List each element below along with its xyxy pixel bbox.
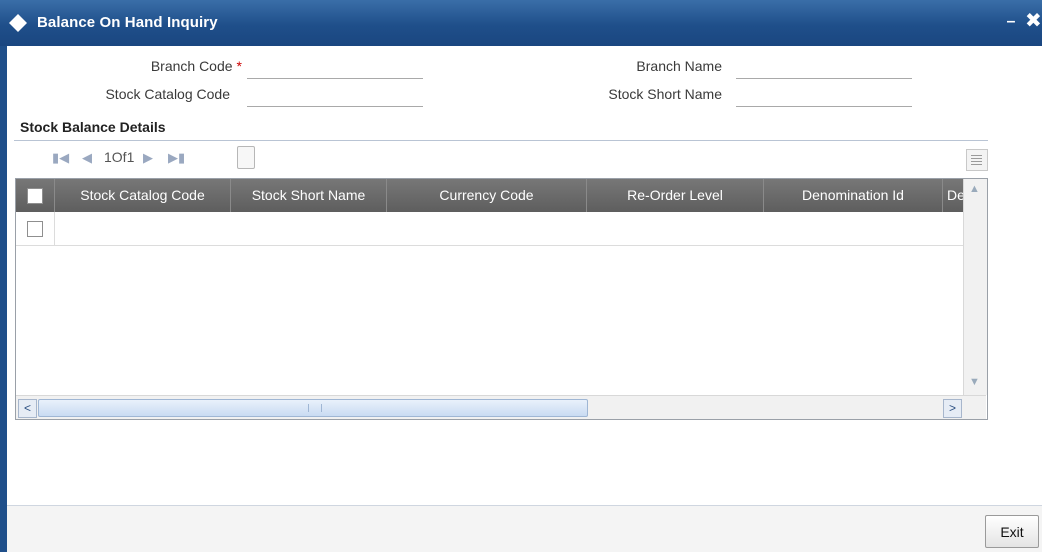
column-header-re-order-level[interactable]: Re-Order Level: [587, 179, 764, 212]
next-page-icon[interactable]: ▶: [143, 148, 153, 168]
scroll-right-button[interactable]: >: [943, 399, 962, 418]
branch-code-input[interactable]: [247, 60, 423, 79]
last-page-icon[interactable]: ▶▮: [168, 148, 185, 168]
branch-name-label: Branch Name: [636, 58, 722, 74]
title-bar: Balance On Hand Inquiry – ✖: [0, 0, 1042, 46]
branch-code-label: Branch Code *: [150, 58, 242, 74]
horizontal-scroll-thumb[interactable]: [38, 399, 588, 417]
stock-short-name-input[interactable]: [736, 88, 912, 107]
section-title: Stock Balance Details: [20, 119, 166, 135]
scroll-up-icon[interactable]: ▲: [966, 181, 983, 198]
column-header-denomination-id[interactable]: Denomination Id: [764, 179, 943, 212]
row-checkbox[interactable]: [27, 221, 43, 237]
grid-header: Stock Catalog Code Stock Short Name Curr…: [16, 179, 963, 212]
vertical-scrollbar[interactable]: ▲ ▼: [963, 179, 987, 395]
required-marker: *: [236, 58, 242, 74]
balance-on-hand-inquiry-window: Balance On Hand Inquiry – ✖ Branch Code *…: [0, 0, 1042, 552]
header-select-all-cell: [16, 179, 55, 212]
stock-catalog-code-label: Stock Catalog Code: [105, 86, 230, 102]
section-divider: [14, 140, 988, 141]
stock-short-name-label: Stock Short Name: [608, 86, 722, 102]
exit-button[interactable]: Exit: [985, 515, 1039, 548]
row-cell-divider: [54, 212, 55, 245]
branch-name-input[interactable]: [736, 60, 912, 79]
scroll-thumb-grip: [308, 404, 322, 412]
stock-catalog-code-input[interactable]: [247, 88, 423, 107]
table-row[interactable]: [16, 212, 963, 246]
scroll-down-icon[interactable]: ▼: [966, 374, 983, 391]
minimize-button[interactable]: –: [1003, 14, 1019, 30]
column-header-currency-code[interactable]: Currency Code: [387, 179, 587, 212]
select-all-checkbox[interactable]: [27, 188, 43, 204]
scroll-left-button[interactable]: <: [18, 399, 37, 418]
close-button[interactable]: ✖: [1025, 12, 1041, 30]
window-left-border: [0, 46, 7, 552]
stock-balance-grid: Stock Catalog Code Stock Short Name Curr…: [15, 178, 988, 420]
horizontal-scrollbar[interactable]: < >: [16, 395, 986, 419]
column-header-truncated[interactable]: De: [943, 179, 963, 212]
previous-page-icon[interactable]: ◀: [82, 148, 92, 168]
column-header-stock-short-name[interactable]: Stock Short Name: [231, 179, 387, 212]
diamond-icon: [9, 14, 27, 32]
footer-bar: [7, 506, 1042, 552]
window-title: Balance On Hand Inquiry: [37, 14, 218, 31]
column-header-stock-catalog-code[interactable]: Stock Catalog Code: [55, 179, 231, 212]
page-indicator: 1Of1: [104, 149, 135, 165]
first-page-icon[interactable]: ▮◀: [52, 148, 69, 168]
grid-settings-icon[interactable]: [966, 149, 988, 171]
page-number-input[interactable]: [237, 146, 255, 169]
